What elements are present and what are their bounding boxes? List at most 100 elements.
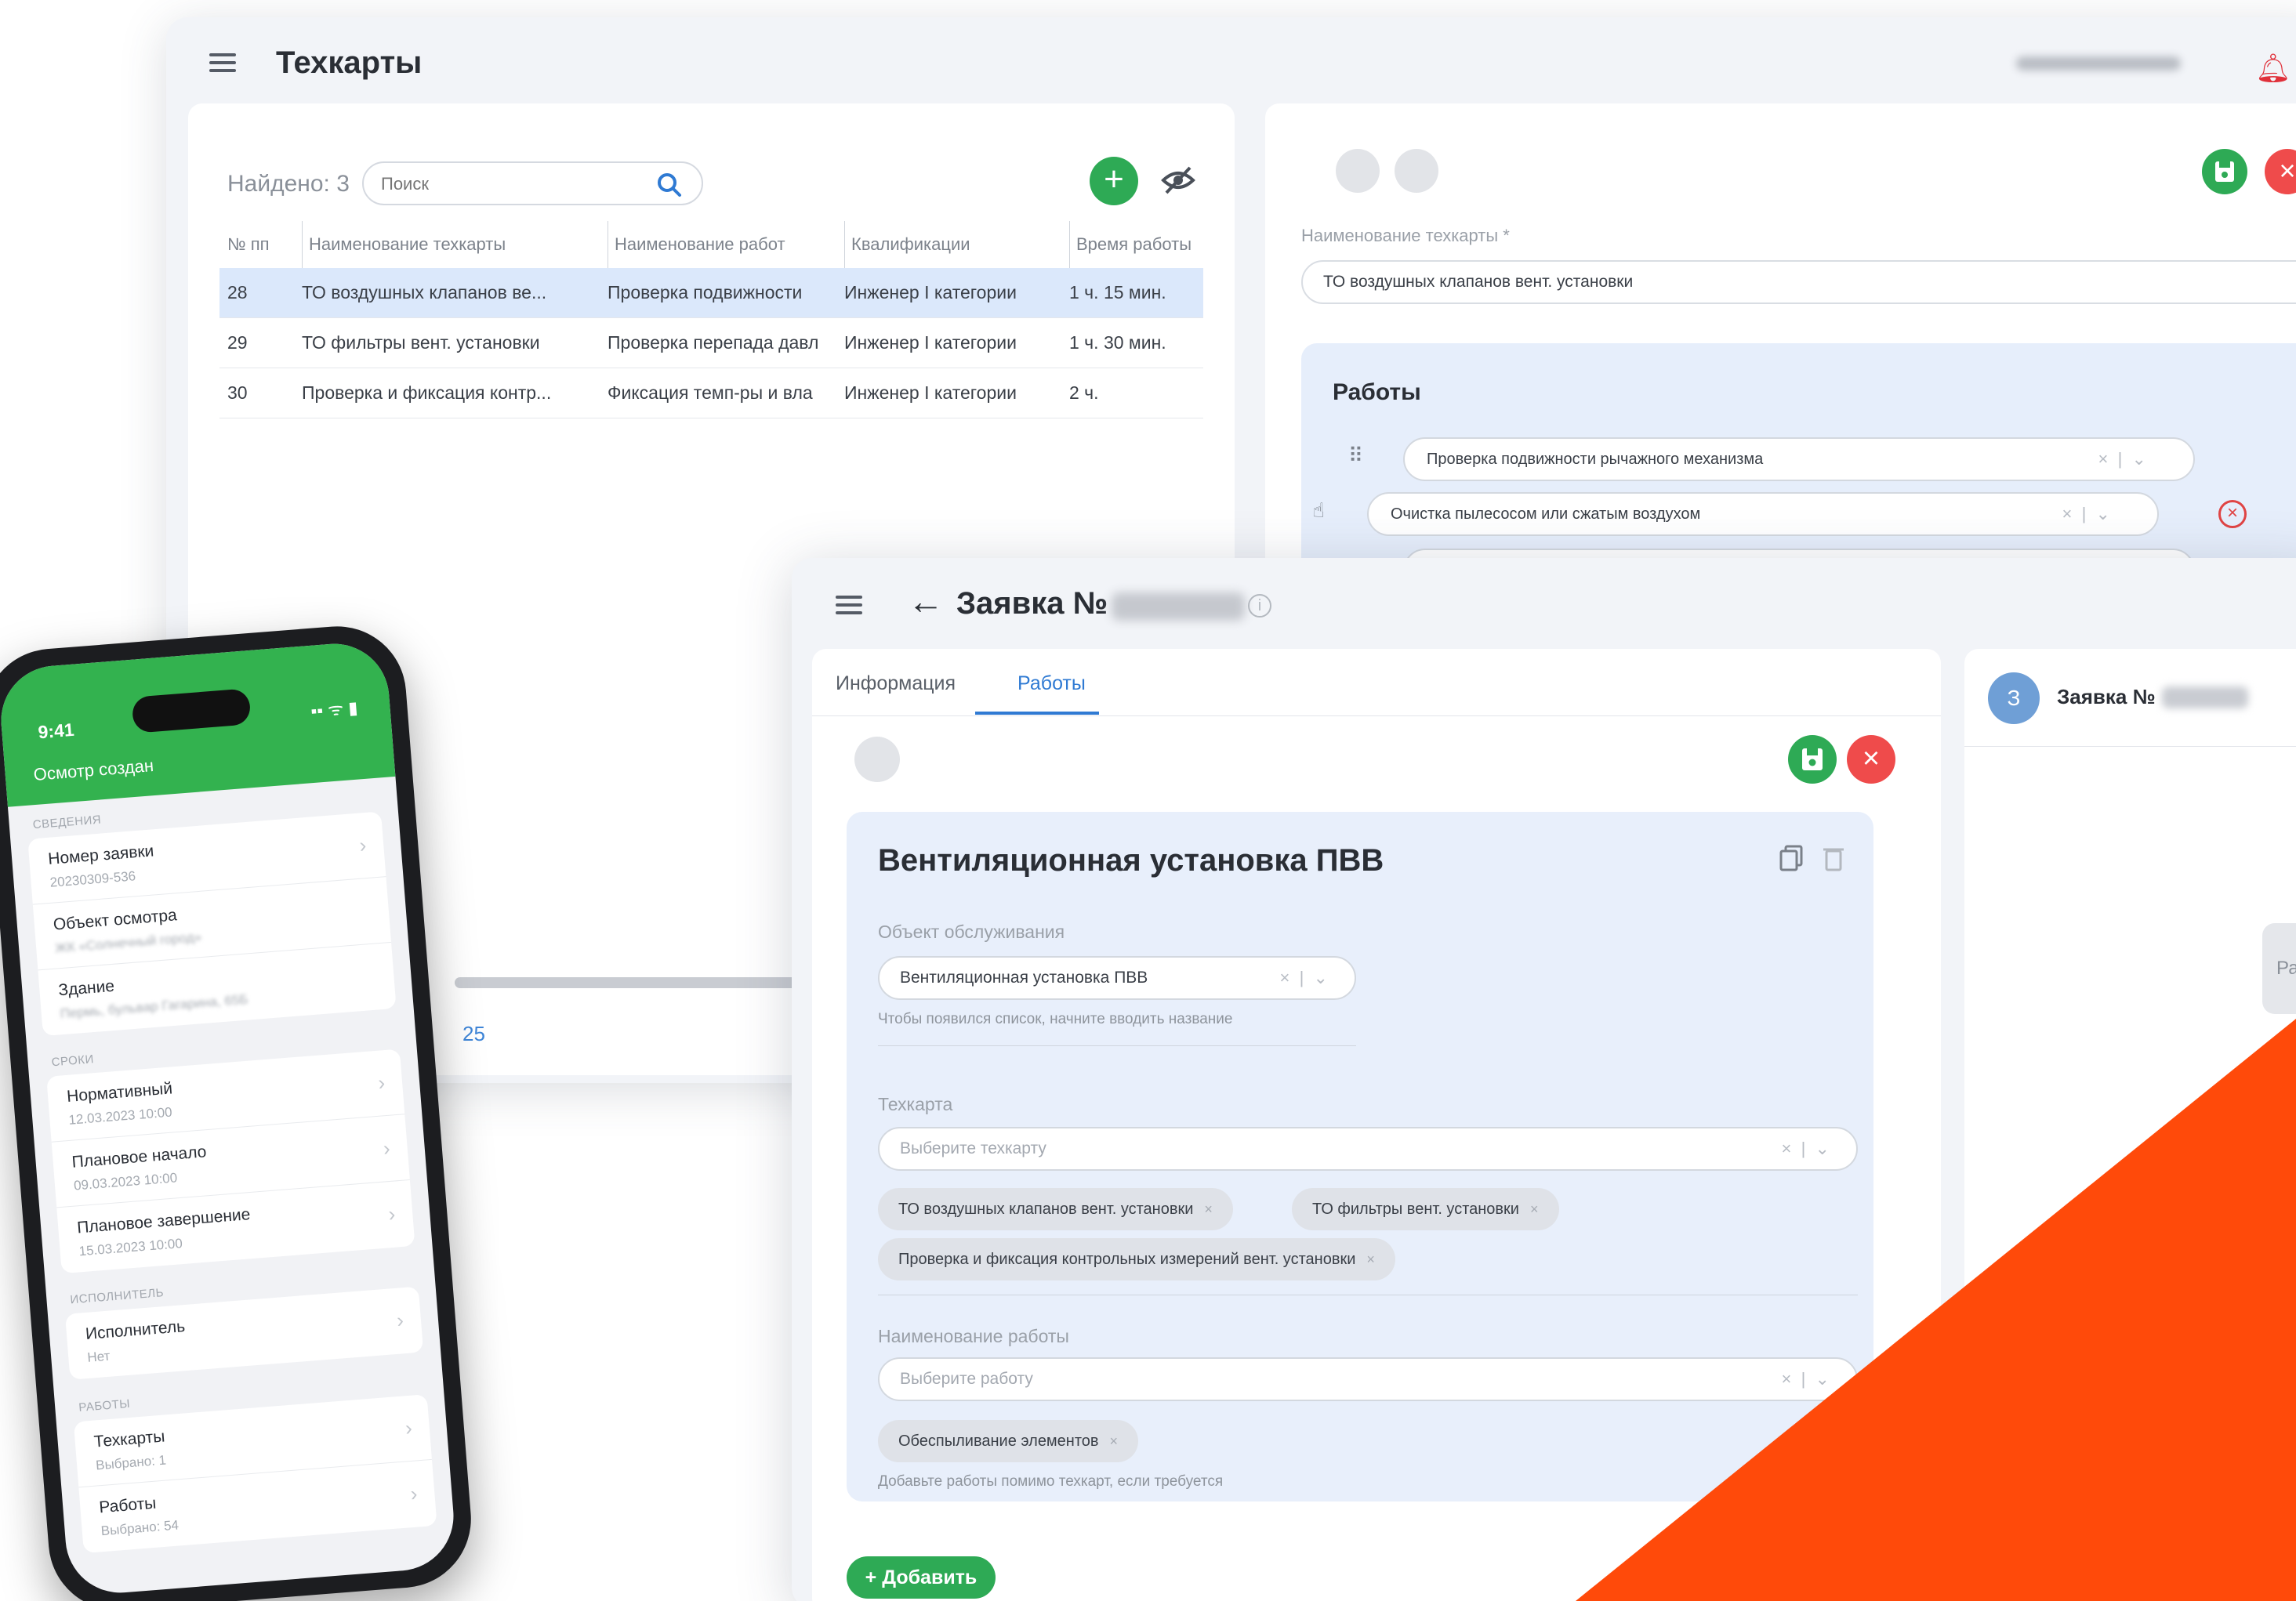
clear-icon[interactable]: × | ⌄ xyxy=(1782,1139,1830,1159)
tab-information[interactable]: Информация xyxy=(836,672,956,695)
column-header[interactable]: Наименование работ xyxy=(608,221,835,268)
tab-works[interactable]: Работы xyxy=(1017,672,1086,695)
cell-num: 30 xyxy=(227,382,248,403)
techcard-label: Техкарта xyxy=(878,1094,953,1114)
work-chip[interactable]: Обеспыливание элементов × xyxy=(878,1420,1139,1462)
cell-time: 1 ч. 15 мин. xyxy=(1069,282,1166,302)
column-header[interactable]: № пп xyxy=(227,221,294,268)
search-icon[interactable] xyxy=(654,169,685,201)
delete-button[interactable] xyxy=(1395,149,1438,193)
techcard-chip[interactable]: ТО фильтры вент. установки × xyxy=(1292,1188,1559,1230)
work-select[interactable]: Очистка пылесосом или сжатым воздухом × … xyxy=(1367,492,2159,536)
table-row[interactable]: 28 ТО воздушных клапанов ве... Проверка … xyxy=(219,268,1203,318)
works-title: Работы xyxy=(1333,379,1421,405)
add-techcard-button[interactable]: + xyxy=(1090,157,1138,205)
item-value: ЖК «Солнечный город» xyxy=(54,929,202,956)
remove-chip-icon[interactable]: × xyxy=(1366,1251,1375,1268)
divider xyxy=(1964,746,2296,747)
item-title: Плановое завершение xyxy=(76,1205,252,1237)
menu-icon[interactable] xyxy=(209,53,236,72)
order-number-blurred xyxy=(2162,686,2248,708)
menu-icon[interactable] xyxy=(836,596,862,614)
clear-icon[interactable]: × | ⌄ xyxy=(1280,968,1328,988)
techcard-chip[interactable]: ТО воздушных клапанов вент. установки × xyxy=(878,1188,1233,1230)
table-row[interactable]: 29 ТО фильтры вент. установки Проверка п… xyxy=(219,318,1203,368)
edit-button[interactable] xyxy=(1336,149,1380,193)
remove-chip-icon[interactable]: × xyxy=(1530,1201,1539,1218)
work-value: Проверка подвижности рычажного механизма xyxy=(1427,450,1764,468)
clear-icon[interactable]: × | ⌄ xyxy=(1782,1369,1830,1389)
copy-icon[interactable] xyxy=(1779,845,1803,871)
remove-work-icon[interactable]: × xyxy=(2218,500,2247,528)
eye-off-icon[interactable] xyxy=(1160,165,1196,196)
order-main-card: Информация Работы × Вентиляционная устан… xyxy=(812,649,1941,1601)
drag-hand-icon[interactable]: ☝ xyxy=(1312,498,1325,523)
status-time: 9:41 xyxy=(37,719,75,743)
clear-icon[interactable]: × | ⌄ xyxy=(2062,504,2110,524)
table-row[interactable]: 30 Проверка и фиксация контр... Фиксация… xyxy=(219,368,1203,418)
item-value: 15.03.2023 10:00 xyxy=(78,1236,183,1259)
info-icon[interactable]: i xyxy=(1248,594,1271,618)
chip-label: ТО воздушных клапанов вент. установки xyxy=(898,1200,1194,1218)
side-button[interactable]: Ра xyxy=(2262,923,2296,1014)
bell-icon[interactable]: 🔔︎ xyxy=(2255,52,2291,85)
search-input[interactable] xyxy=(381,172,632,196)
cancel-button[interactable]: × xyxy=(2265,149,2296,194)
active-tab-indicator xyxy=(975,712,1099,715)
section-label: СВЕДЕНИЯ xyxy=(32,813,102,832)
works-group: Техкарты Выбрано: 1 › Работы Выбрано: 54… xyxy=(73,1394,437,1554)
order-number-blurred xyxy=(1112,592,1245,621)
techcard-select[interactable]: Выберите техкарту × | ⌄ xyxy=(878,1127,1858,1171)
cell-num: 28 xyxy=(227,282,248,302)
chevron-right-icon: › xyxy=(387,1201,397,1226)
order-window: ← Заявка № i Информация Работы × Вентиля… xyxy=(792,558,2296,1601)
drag-handle-icon[interactable]: ⠿ xyxy=(1348,444,1363,468)
section-label: ИСПОЛНИТЕЛЬ xyxy=(69,1286,165,1307)
chevron-right-icon: › xyxy=(396,1308,405,1332)
column-header[interactable]: Наименование техкарты xyxy=(302,221,596,268)
save-button[interactable] xyxy=(1788,735,1837,784)
object-select[interactable]: Вентиляционная установка ПВВ × | ⌄ xyxy=(878,956,1356,1000)
techcard-placeholder: Выберите техкарту xyxy=(900,1139,1046,1157)
chip-label: Обеспыливание элементов xyxy=(898,1432,1099,1450)
work-select[interactable]: Проверка подвижности рычажного механизма… xyxy=(1403,437,2195,481)
remove-chip-icon[interactable]: × xyxy=(1204,1201,1213,1218)
techcard-name-input[interactable]: ТО воздушных клапанов вент. установки xyxy=(1301,260,2296,304)
cancel-button[interactable]: × xyxy=(1847,735,1895,784)
cell-qualification: Инженер I категории xyxy=(844,332,1017,353)
item-title: Здание xyxy=(57,976,115,1000)
techcard-chip[interactable]: Проверка и фиксация контрольных измерени… xyxy=(878,1238,1395,1280)
clear-icon[interactable]: × | ⌄ xyxy=(2098,449,2146,469)
save-button[interactable] xyxy=(2202,149,2247,194)
page-title: Заявка № xyxy=(956,586,1108,621)
techcards-table: № пп Наименование техкарты Наименование … xyxy=(219,221,1203,418)
search-box[interactable] xyxy=(362,161,703,205)
section-label: РАБОТЫ xyxy=(78,1396,131,1414)
info-group: Номер заявки 20230309-536 › Объект осмот… xyxy=(27,811,397,1037)
avatar: З xyxy=(1988,672,2040,724)
order-side-card: З Заявка № Ра xyxy=(1964,649,2296,1601)
edit-button[interactable] xyxy=(854,737,900,782)
status-icons: ▪▪ ᯤ ▮ xyxy=(310,697,359,721)
page-size[interactable]: 25 xyxy=(462,1022,485,1046)
work-select[interactable]: Выберите работу × | ⌄ xyxy=(878,1357,1858,1401)
add-button[interactable]: + Добавить xyxy=(847,1556,996,1599)
user-name-blurred[interactable] xyxy=(2016,56,2181,71)
chevron-right-icon: › xyxy=(377,1070,386,1095)
item-title: Плановое начало xyxy=(71,1143,208,1172)
item-value: 09.03.2023 10:00 xyxy=(73,1170,178,1194)
column-header[interactable]: Время работы xyxy=(1069,221,1202,268)
column-header[interactable]: Квалификации xyxy=(844,221,1060,268)
cell-work: Проверка перепада давл xyxy=(608,332,819,353)
back-arrow-icon[interactable]: ← xyxy=(908,580,944,622)
object-hint: Чтобы появился список, начните вводить н… xyxy=(878,1011,1233,1027)
equipment-panel: Вентиляционная установка ПВВ Объект обсл… xyxy=(847,812,1873,1501)
object-value: Вентиляционная установка ПВВ xyxy=(900,969,1148,987)
work-value: Очистка пылесосом или сжатым воздухом xyxy=(1391,505,1701,523)
trash-icon[interactable] xyxy=(1823,845,1844,871)
remove-chip-icon[interactable]: × xyxy=(1110,1433,1119,1450)
cell-work: Проверка подвижности xyxy=(608,282,803,302)
item-value: 12.03.2023 10:00 xyxy=(67,1104,173,1128)
dates-group: Нормативный 12.03.2023 10:00 › Плановое … xyxy=(46,1049,415,1274)
equipment-title: Вентиляционная установка ПВВ xyxy=(878,843,1384,878)
